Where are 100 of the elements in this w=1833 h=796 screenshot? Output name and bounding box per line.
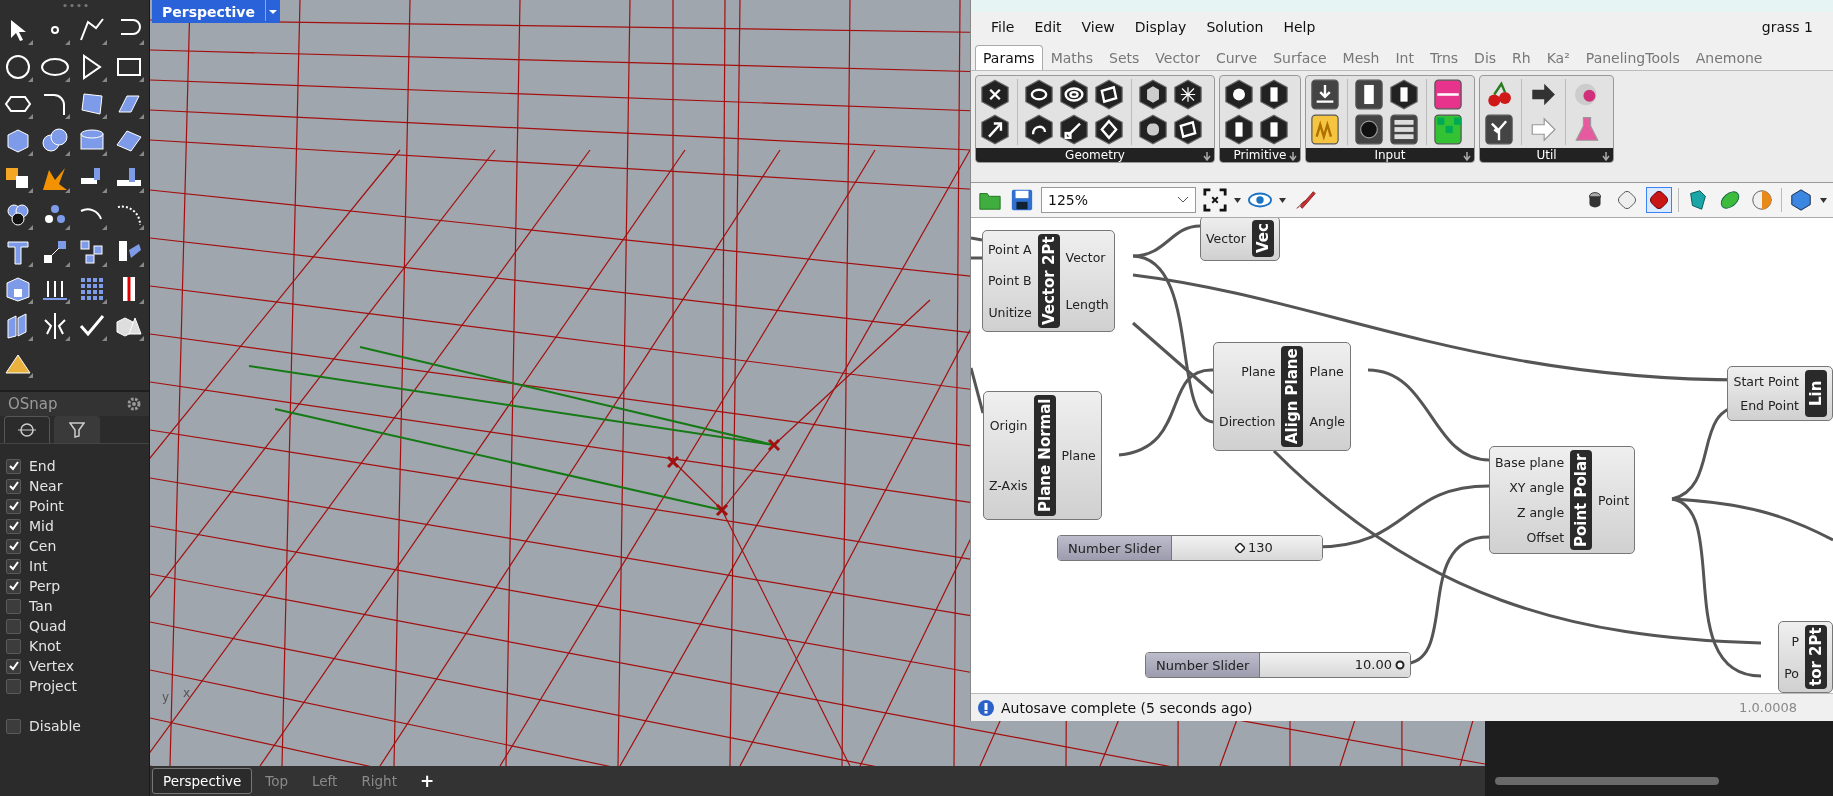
expand-icon[interactable]: [1289, 152, 1297, 161]
caret-icon[interactable]: [1234, 197, 1241, 203]
ribbon-tab[interactable]: Trns: [1421, 45, 1467, 70]
panel-tab[interactable]: [4, 416, 50, 443]
caret-icon[interactable]: [1820, 197, 1827, 203]
zoom-extents-icon[interactable]: [1202, 187, 1228, 213]
version-label: 1.0.0008: [1739, 700, 1798, 715]
mesh-hexagon-icon[interactable]: [1173, 79, 1203, 110]
checkbox[interactable]: [6, 718, 21, 734]
arrow-hexagon-icon[interactable]: [980, 114, 1010, 145]
option-label: End: [29, 458, 56, 474]
ellipse-hexagon-icon[interactable]: [1024, 79, 1054, 110]
settings-icon[interactable]: [127, 397, 141, 411]
segment-hexagon-icon[interactable]: [1059, 114, 1089, 145]
list-icon[interactable]: [1389, 114, 1419, 145]
ribbon-tab[interactable]: Curve: [1207, 45, 1266, 70]
info-icon: [977, 698, 995, 717]
zoom-dropdown[interactable]: 125%: [1041, 187, 1196, 213]
checkbox[interactable]: [6, 498, 21, 514]
chevron-icon[interactable]: [1177, 196, 1189, 204]
checkbox[interactable]: [6, 658, 21, 674]
target-icon: [18, 422, 36, 438]
checkbox[interactable]: [6, 558, 21, 574]
ribbon-tab[interactable]: Ka²: [1538, 45, 1578, 70]
viewport-tab[interactable]: Left: [300, 768, 349, 794]
dial-icon[interactable]: [1354, 114, 1384, 145]
checkbox[interactable]: [6, 478, 21, 494]
checkbox[interactable]: [6, 578, 21, 594]
viewport-tab[interactable]: Top: [254, 768, 299, 794]
preview-mode-icon[interactable]: [1646, 187, 1672, 213]
import-icon[interactable]: [1310, 79, 1340, 110]
viewport-title[interactable]: Perspective: [152, 0, 265, 23]
number-slider[interactable]: Number Slider 10.00: [1145, 652, 1412, 678]
cylinder-hexagon-icon[interactable]: [1138, 114, 1168, 145]
checkbox[interactable]: [6, 538, 21, 554]
ribbon-tab[interactable]: Rh: [1504, 45, 1539, 70]
checkbox[interactable]: [6, 618, 21, 634]
menu-item[interactable]: View: [1071, 19, 1125, 35]
slider-label: Number Slider: [1058, 536, 1173, 560]
expand-icon[interactable]: [1463, 152, 1471, 161]
panel-tab[interactable]: [54, 416, 100, 443]
caret-icon[interactable]: [1279, 197, 1286, 203]
expand-icon[interactable]: [1602, 152, 1610, 161]
option-label: Vertex: [29, 658, 74, 674]
option-label: Near: [29, 478, 63, 494]
ribbon-tab[interactable]: Sets: [1101, 45, 1148, 70]
hexagon-icon[interactable]: [1224, 114, 1254, 145]
circle-hexagon-icon[interactable]: [1224, 79, 1254, 110]
checkbox[interactable]: [6, 458, 21, 474]
ribbon-tab[interactable]: Surface: [1265, 45, 1335, 70]
ribbon-tab[interactable]: Mesh: [1334, 45, 1388, 70]
ribbon-tab[interactable]: Vector: [1147, 45, 1208, 70]
diamond-hexagon-icon[interactable]: [1094, 114, 1124, 145]
number-slider[interactable]: Number Slider 130: [1057, 535, 1324, 561]
viewport-tab[interactable]: Right: [350, 768, 408, 794]
hexagon-icon[interactable]: [1788, 187, 1814, 213]
add-tab-button[interactable]: +: [409, 771, 445, 791]
cross-hexagon-icon[interactable]: [980, 79, 1010, 110]
hexagon-icon[interactable]: [1259, 79, 1289, 110]
gradient-icon[interactable]: [1433, 79, 1463, 110]
node-title: Lin: [1805, 370, 1827, 417]
slider-value: 130: [1247, 540, 1273, 555]
menu-item[interactable]: Solution: [1196, 19, 1274, 35]
slider-thumb[interactable]: [1234, 543, 1245, 553]
status-message: Autosave complete (5 seconds ago): [1001, 699, 1253, 716]
checkbox[interactable]: [6, 638, 21, 654]
component-node[interactable]: Vector Vec: [1200, 218, 1280, 261]
surface-hexagon-icon[interactable]: [1173, 114, 1203, 145]
checkbox[interactable]: [6, 518, 21, 534]
save-icon[interactable]: [1009, 187, 1035, 213]
expand-icon[interactable]: [1203, 152, 1211, 161]
squiggle-icon[interactable]: [1310, 114, 1340, 145]
menu-item[interactable]: Display: [1124, 19, 1197, 35]
cube-hexagon-icon[interactable]: [1138, 79, 1168, 110]
ribbon-tab[interactable]: Anemone: [1687, 45, 1771, 70]
checker-icon[interactable]: [1433, 114, 1463, 145]
spheres-icon[interactable]: [39, 125, 71, 157]
menu-item[interactable]: File: [981, 19, 1025, 35]
menu-item[interactable]: Help: [1273, 19, 1326, 35]
toggle-icon[interactable]: [1354, 79, 1384, 110]
ribbon-tab[interactable]: Params: [975, 45, 1043, 70]
option-label: Perp: [29, 578, 61, 594]
option-label: Cen: [29, 538, 57, 554]
checkbox[interactable]: [6, 678, 21, 694]
tree-icon[interactable]: [1484, 114, 1514, 145]
ribbon-tab[interactable]: PanelingTools: [1577, 45, 1688, 70]
input-label: Vector: [1206, 231, 1246, 246]
hexagon-icon[interactable]: [1259, 114, 1289, 145]
menu-item[interactable]: Edit: [1024, 19, 1072, 35]
ribbon-tab[interactable]: Dis: [1466, 45, 1505, 70]
ribbon-tab[interactable]: Int: [1387, 45, 1422, 70]
slider-thumb[interactable]: [1394, 660, 1405, 670]
checkbox[interactable]: [6, 598, 21, 614]
half-sphere-icon[interactable]: [1749, 187, 1775, 213]
scrollbar[interactable]: [1495, 777, 1719, 785]
curve-hexagon-icon[interactable]: [1024, 114, 1054, 145]
ribbon-tab[interactable]: Maths: [1042, 45, 1101, 70]
rectangle-hexagon-icon[interactable]: [1094, 79, 1124, 110]
spiral-hexagon-icon[interactable]: [1059, 79, 1089, 110]
viewport-tab[interactable]: Perspective: [152, 768, 253, 794]
